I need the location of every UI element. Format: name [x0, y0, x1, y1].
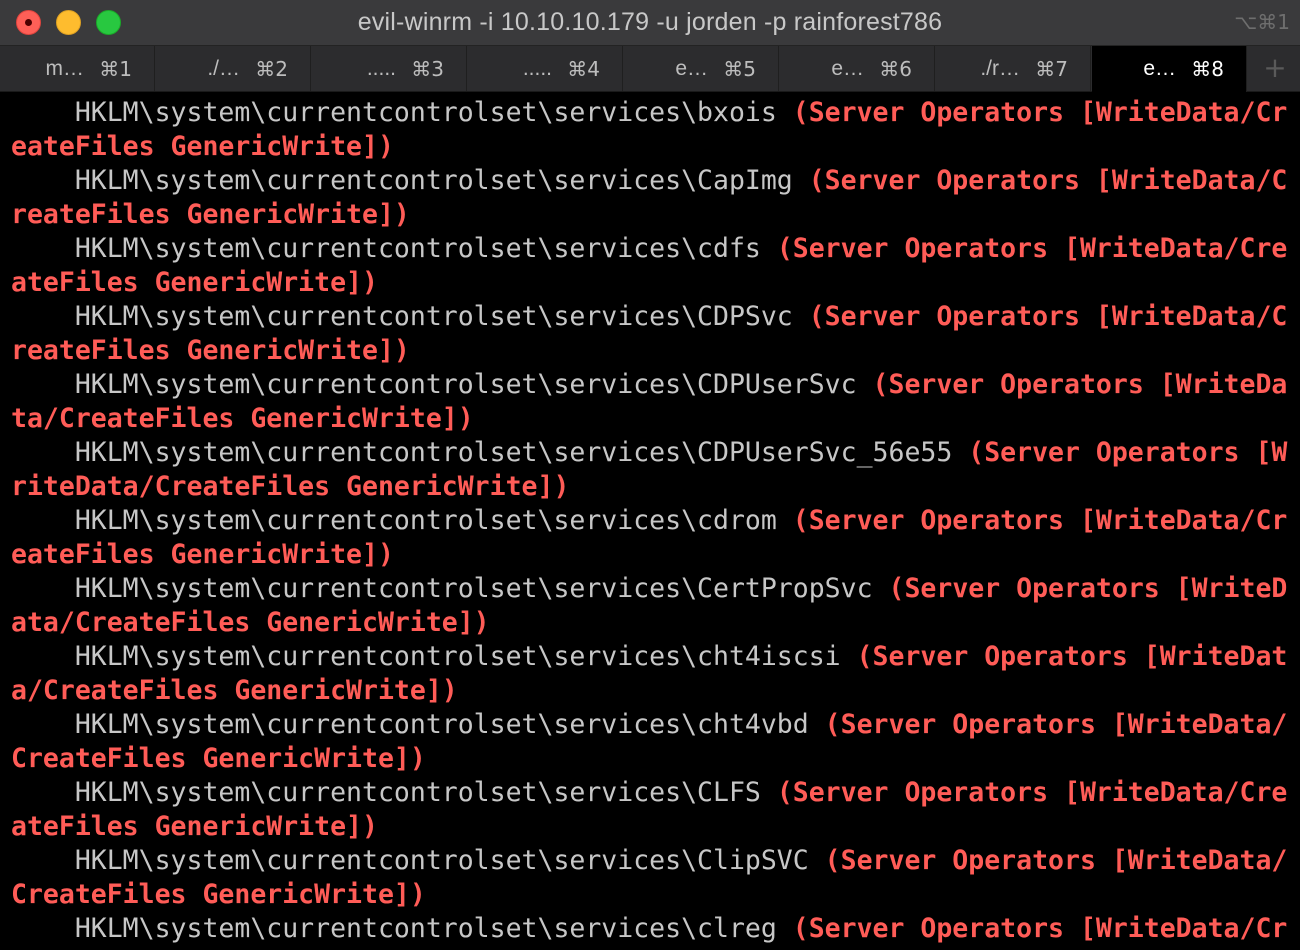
registry-path: HKLM\system\currentcontrolset\services\C…	[11, 573, 889, 604]
terminal-line: HKLM\system\currentcontrolset\services\C…	[11, 844, 1288, 878]
permission-text: (Server Operators [WriteDat	[856, 641, 1288, 672]
tab-6[interactable]: e… ⌘6	[780, 46, 935, 91]
permission-text: (Server Operators [WriteDa	[872, 369, 1288, 400]
terminal-line: HKLM\system\currentcontrolset\services\C…	[11, 776, 1288, 810]
tab-bar: m… ⌘1 ./… ⌘2 ..... ⌘3 ..... ⌘4 e… ⌘5 e… …	[0, 46, 1300, 92]
tab-label: m…	[45, 57, 85, 80]
terminal-line: HKLM\system\currentcontrolset\services\c…	[11, 912, 1288, 946]
tab-8-active[interactable]: e… ⌘8	[1092, 46, 1247, 92]
title-bar[interactable]: evil-winrm -i 10.10.10.179 -u jorden -p …	[0, 0, 1300, 46]
tab-3[interactable]: ..... ⌘3	[312, 46, 467, 91]
permission-text: CreateFiles GenericWrite])	[11, 743, 426, 774]
registry-path: HKLM\system\currentcontrolset\services\c…	[11, 913, 793, 944]
permission-text: (Server Operators [WriteData/Cr	[792, 97, 1288, 128]
tab-shortcut: ⌘5	[723, 57, 756, 81]
tab-shortcut: ⌘3	[411, 57, 444, 81]
permission-text: eateFiles GenericWrite])	[11, 539, 394, 570]
tab-shortcut: ⌘1	[99, 57, 132, 81]
terminal-line: ateFiles GenericWrite])	[11, 266, 378, 300]
tab-label: ./…	[207, 57, 240, 80]
permission-text: riteData/CreateFiles GenericWrite])	[11, 471, 570, 502]
permission-text: (Server Operators [WriteData/Cr	[792, 913, 1288, 944]
registry-path: HKLM\system\currentcontrolset\services\C…	[11, 437, 969, 468]
terminal-line: riteData/CreateFiles GenericWrite])	[11, 470, 569, 504]
permission-text: reateFiles GenericWrite])	[11, 199, 410, 230]
terminal-line: HKLM\system\currentcontrolset\services\c…	[11, 708, 1288, 742]
registry-path: HKLM\system\currentcontrolset\services\C…	[11, 845, 825, 876]
permission-text: a/CreateFiles GenericWrite])	[11, 675, 458, 706]
tab-label: e…	[831, 57, 864, 80]
new-tab-plus-icon[interactable]: +	[1250, 46, 1300, 91]
terminal-line: HKLM\system\currentcontrolset\services\b…	[11, 96, 1288, 130]
tab-4[interactable]: ..... ⌘4	[468, 46, 623, 91]
tab-1[interactable]: m… ⌘1	[0, 46, 155, 91]
permission-text: (Server Operators [WriteData/Cre	[776, 777, 1288, 808]
registry-path: HKLM\system\currentcontrolset\services\c…	[11, 709, 825, 740]
registry-path: HKLM\system\currentcontrolset\services\b…	[11, 97, 793, 128]
terminal-line: HKLM\system\currentcontrolset\services\C…	[11, 572, 1288, 606]
tab-shortcut: ⌘2	[255, 57, 288, 81]
permission-text: CreateFiles GenericWrite])	[11, 879, 426, 910]
terminal-line: HKLM\system\currentcontrolset\services\C…	[11, 300, 1288, 334]
permission-text: (Server Operators [WriteData/	[824, 845, 1288, 876]
terminal-line: HKLM\system\currentcontrolset\services\c…	[11, 640, 1288, 674]
terminal-line: ta/CreateFiles GenericWrite])	[11, 402, 474, 436]
permission-text: ateFiles GenericWrite])	[11, 267, 378, 298]
tab-label: .....	[366, 57, 396, 80]
terminal-line: ata/CreateFiles GenericWrite])	[11, 606, 490, 640]
terminal-window: evil-winrm -i 10.10.10.179 -u jorden -p …	[0, 0, 1300, 950]
tab-label: ./r…	[980, 57, 1020, 80]
terminal-output[interactable]: HKLM\system\currentcontrolset\services\b…	[0, 92, 1300, 950]
tab-7[interactable]: ./r… ⌘7	[936, 46, 1091, 91]
terminal-line: ateFiles GenericWrite])	[11, 810, 378, 844]
permission-text: eateFiles GenericWrite])	[11, 131, 394, 162]
tab-shortcut: ⌘7	[1035, 57, 1068, 81]
terminal-line: HKLM\system\currentcontrolset\services\C…	[11, 368, 1288, 402]
tab-shortcut: ⌘4	[567, 57, 600, 81]
permission-text: (Server Operators [WriteData/Cre	[776, 233, 1288, 264]
permission-text: ata/CreateFiles GenericWrite])	[11, 607, 490, 638]
terminal-line: CreateFiles GenericWrite])	[11, 742, 426, 776]
terminal-line: eateFiles GenericWrite])	[11, 130, 394, 164]
terminal-line: HKLM\system\currentcontrolset\services\C…	[11, 436, 1288, 470]
tab-2[interactable]: ./… ⌘2	[156, 46, 311, 91]
permission-text: ateFiles GenericWrite])	[11, 811, 378, 842]
permission-text: reateFiles GenericWrite])	[11, 335, 410, 366]
permission-text: (Server Operators [WriteData/C	[808, 301, 1288, 332]
window-shortcut: ⌥⌘1	[1234, 10, 1290, 34]
registry-path: HKLM\system\currentcontrolset\services\c…	[11, 505, 793, 536]
window-title: evil-winrm -i 10.10.10.179 -u jorden -p …	[357, 8, 943, 36]
terminal-line: HKLM\system\currentcontrolset\services\C…	[11, 164, 1288, 198]
registry-path: HKLM\system\currentcontrolset\services\c…	[11, 641, 857, 672]
registry-path: HKLM\system\currentcontrolset\services\C…	[11, 777, 777, 808]
registry-path: HKLM\system\currentcontrolset\services\c…	[11, 233, 777, 264]
registry-path: HKLM\system\currentcontrolset\services\C…	[11, 369, 873, 400]
registry-path: HKLM\system\currentcontrolset\services\C…	[11, 301, 809, 332]
terminal-line: reateFiles GenericWrite])	[11, 198, 410, 232]
permission-text: (Server Operators [WriteD	[888, 573, 1288, 604]
tab-label: e…	[1143, 57, 1176, 80]
terminal-line: HKLM\system\currentcontrolset\services\c…	[11, 232, 1288, 266]
permission-text: (Server Operators [WriteData/	[824, 709, 1288, 740]
permission-text: (Server Operators [WriteData/C	[808, 165, 1288, 196]
terminal-line: HKLM\system\currentcontrolset\services\c…	[11, 504, 1288, 538]
permission-text: (Server Operators [WriteData/Cr	[792, 505, 1288, 536]
permission-text: (Server Operators [W	[968, 437, 1288, 468]
terminal-line: reateFiles GenericWrite])	[11, 334, 410, 368]
terminal-line: a/CreateFiles GenericWrite])	[11, 674, 458, 708]
permission-text: ta/CreateFiles GenericWrite])	[11, 403, 474, 434]
tab-shortcut: ⌘6	[879, 57, 912, 81]
registry-path: HKLM\system\currentcontrolset\services\C…	[11, 165, 809, 196]
tab-shortcut: ⌘8	[1191, 57, 1224, 81]
tab-label: .....	[522, 57, 552, 80]
terminal-line: eateFiles GenericWrite])	[11, 538, 394, 572]
tab-5[interactable]: e… ⌘5	[624, 46, 779, 91]
terminal-line: CreateFiles GenericWrite])	[11, 878, 426, 912]
tab-label: e…	[675, 57, 708, 80]
